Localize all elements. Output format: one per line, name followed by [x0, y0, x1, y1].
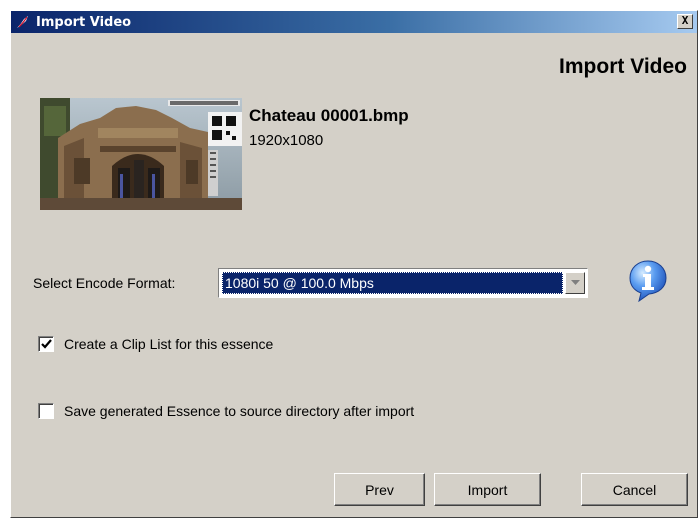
video-thumbnail	[40, 98, 242, 210]
save-essence-option[interactable]: Save generated Essence to source directo…	[38, 403, 414, 419]
app-icon	[15, 14, 31, 30]
file-name: Chateau 00001.bmp	[249, 106, 409, 125]
import-button[interactable]: Import	[434, 473, 541, 506]
encode-format-select[interactable]: 1080i 50 @ 100.0 Mbps	[218, 268, 588, 298]
checkmark-icon	[40, 339, 52, 349]
dropdown-button[interactable]	[565, 272, 585, 294]
file-resolution: 1920x1080	[249, 132, 324, 149]
chevron-down-icon	[570, 280, 580, 285]
save-essence-checkbox[interactable]	[38, 403, 54, 419]
prev-button[interactable]: Prev	[334, 473, 425, 506]
encode-format-label: Select Encode Format:	[33, 275, 176, 291]
clip-list-option[interactable]: Create a Clip List for this essence	[38, 336, 273, 352]
close-button[interactable]: X	[677, 14, 693, 29]
page-title: Import Video	[559, 55, 687, 78]
clip-list-label[interactable]: Create a Clip List for this essence	[64, 336, 273, 352]
info-icon[interactable]	[629, 260, 667, 303]
cancel-button[interactable]: Cancel	[581, 473, 688, 506]
encode-format-value[interactable]: 1080i 50 @ 100.0 Mbps	[222, 272, 563, 294]
title-bar[interactable]: Import Video X	[11, 11, 697, 33]
close-icon: X	[681, 14, 689, 27]
save-essence-label[interactable]: Save generated Essence to source directo…	[64, 403, 414, 419]
window-title: Import Video	[36, 14, 132, 30]
import-video-dialog: Import Video X Import Video Chateau 0000…	[10, 10, 698, 518]
clip-list-checkbox[interactable]	[38, 336, 54, 352]
